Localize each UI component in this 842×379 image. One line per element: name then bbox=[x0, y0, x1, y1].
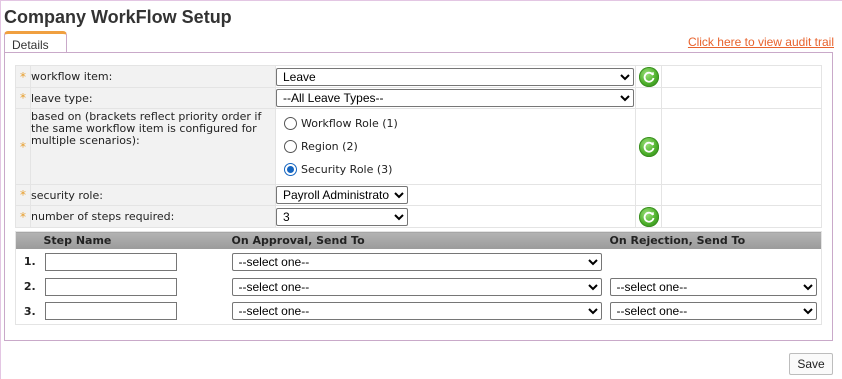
refresh-icon[interactable] bbox=[638, 206, 659, 227]
save-button[interactable]: Save bbox=[789, 353, 833, 375]
radio-option-region[interactable]: Region (2) bbox=[276, 135, 635, 158]
workflow-item-label: workflow item: bbox=[30, 65, 276, 88]
step-name-header: Step Name bbox=[43, 231, 232, 249]
security-role-label: security role: bbox=[30, 184, 276, 206]
on-approval-header: On Approval, Send To bbox=[231, 231, 610, 249]
table-row: 1. --select one-- bbox=[16, 249, 822, 274]
required-mark: * bbox=[15, 87, 31, 109]
radio-label: Workflow Role (1) bbox=[301, 117, 398, 130]
step-number: 3. bbox=[23, 304, 36, 318]
leave-type-row: * leave type: --All Leave Types-- bbox=[15, 87, 822, 109]
required-mark: * bbox=[15, 108, 31, 185]
approval-select[interactable]: --select one-- bbox=[231, 302, 602, 321]
on-rejection-header: On Rejection, Send To bbox=[609, 231, 822, 249]
workflow-form: * workflow item: Leave * leave type: --A… bbox=[15, 65, 822, 228]
based-on-label: based on (brackets reflect priority orde… bbox=[30, 108, 276, 185]
tab-details[interactable]: Details bbox=[4, 31, 67, 53]
step-name-input[interactable] bbox=[44, 302, 177, 321]
steps-table: Step Name On Approval, Send To On Reject… bbox=[15, 231, 822, 325]
steps-required-row: * number of steps required: 3 bbox=[15, 205, 822, 228]
required-mark: * bbox=[15, 65, 31, 88]
approval-select[interactable]: --select one-- bbox=[231, 252, 602, 271]
rejection-select[interactable]: --select one-- bbox=[609, 277, 817, 296]
radio-button[interactable] bbox=[284, 140, 297, 153]
radio-option-security-role[interactable]: Security Role (3) bbox=[276, 158, 635, 181]
audit-trail-link[interactable]: Click here to view audit trail bbox=[688, 35, 834, 49]
leave-type-select[interactable]: --All Leave Types-- bbox=[276, 89, 634, 107]
based-on-options: Workflow Role (1) Region (2) Security Ro… bbox=[275, 108, 636, 185]
approval-select[interactable]: --select one-- bbox=[231, 277, 602, 296]
radio-option-workflow-role[interactable]: Workflow Role (1) bbox=[276, 112, 635, 135]
page-title: Company WorkFlow Setup bbox=[4, 7, 232, 27]
workflow-item-select[interactable]: Leave bbox=[276, 67, 634, 86]
step-number: 2. bbox=[23, 280, 36, 293]
refresh-icon[interactable] bbox=[638, 136, 659, 157]
steps-header-row: Step Name On Approval, Send To On Reject… bbox=[15, 231, 822, 249]
radio-button[interactable] bbox=[284, 163, 297, 176]
workflow-item-row: * workflow item: Leave bbox=[15, 65, 822, 88]
required-mark: * bbox=[15, 205, 31, 228]
rejection-select[interactable]: --select one-- bbox=[609, 302, 817, 321]
step-name-input[interactable] bbox=[44, 252, 177, 271]
step-name-input[interactable] bbox=[44, 277, 177, 296]
radio-button[interactable] bbox=[284, 117, 297, 130]
security-role-row: * security role: Payroll Administrator bbox=[15, 184, 822, 206]
refresh-icon[interactable] bbox=[638, 66, 659, 87]
table-row: 2. --select one-- --select one-- bbox=[16, 274, 822, 299]
details-panel: * workflow item: Leave * leave type: --A… bbox=[4, 52, 833, 341]
based-on-row: * based on (brackets reflect priority or… bbox=[15, 108, 822, 185]
radio-label: Security Role (3) bbox=[301, 163, 393, 176]
steps-required-select[interactable]: 3 bbox=[276, 207, 408, 226]
leave-type-label: leave type: bbox=[30, 87, 276, 109]
table-row: 3. --select one-- --select one-- bbox=[16, 299, 822, 324]
steps-required-label: number of steps required: bbox=[30, 205, 276, 228]
security-role-select[interactable]: Payroll Administrator bbox=[276, 186, 408, 204]
radio-label: Region (2) bbox=[301, 140, 358, 153]
required-mark: * bbox=[15, 184, 31, 206]
step-number: 1. bbox=[23, 255, 36, 268]
